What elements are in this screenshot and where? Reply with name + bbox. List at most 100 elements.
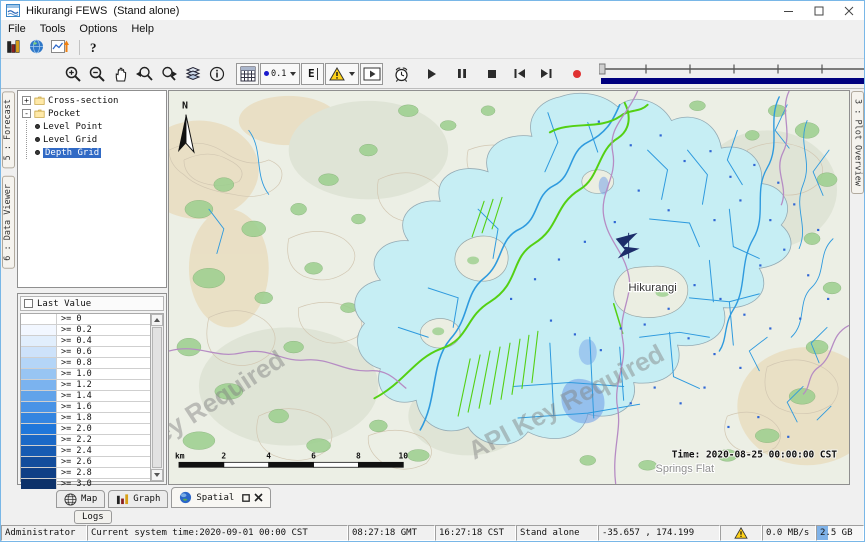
main-area: 5 : Forecast 6 : Data Viewer + Cross-sec…: [1, 89, 864, 486]
logs-row: Logs: [1, 508, 864, 525]
scale-bar-toggle-button[interactable]: E: [301, 63, 324, 85]
pan-button[interactable]: [109, 63, 132, 85]
pause-button[interactable]: [450, 63, 473, 85]
grid-display-button[interactable]: [51, 39, 69, 57]
svg-text:4: 4: [266, 451, 271, 460]
map-display-button[interactable]: [29, 39, 44, 57]
chart-arrow-icon: [51, 39, 69, 54]
slider-handle[interactable]: [599, 64, 605, 74]
map-toolbar: 0.1 E: [1, 58, 864, 89]
tree-node-level-grid[interactable]: Level Grid: [27, 133, 166, 146]
status-memory: 2.5 GB: [816, 525, 864, 541]
pause-icon: [457, 68, 467, 79]
legend-row: >= 1.0: [21, 369, 150, 380]
zoom-in-button[interactable]: [61, 63, 84, 85]
tree-node-level-point[interactable]: Level Point: [27, 120, 166, 133]
step-forward-button[interactable]: [535, 63, 558, 85]
warning-dropdown[interactable]: [325, 63, 359, 85]
player-icon: [363, 67, 381, 81]
menu-options[interactable]: Options: [72, 23, 124, 35]
tab-map[interactable]: Map: [56, 490, 105, 508]
close-icon[interactable]: [254, 493, 263, 502]
time-slider[interactable]: [599, 61, 865, 87]
scroll-up-button[interactable]: [151, 314, 163, 326]
timer-button[interactable]: [390, 63, 413, 85]
threshold-dropdown[interactable]: 0.1: [260, 63, 300, 85]
menu-tools[interactable]: Tools: [33, 23, 73, 35]
scale-unit-label: km: [175, 451, 185, 460]
legend-scrollbar[interactable]: [150, 314, 163, 481]
legend-row: >= 1.6: [21, 402, 150, 413]
close-button[interactable]: [834, 1, 864, 20]
status-coordinates: -35.657 , 174.199: [598, 525, 720, 541]
collapse-icon[interactable]: -: [22, 109, 31, 118]
play-button[interactable]: [420, 63, 443, 85]
info-button[interactable]: [205, 63, 228, 85]
maximize-button[interactable]: [804, 1, 834, 20]
last-value-checkbox-row[interactable]: Last Value: [20, 296, 164, 311]
tree-node-cross-section[interactable]: + Cross-section: [18, 94, 166, 107]
last-value-label: Last Value: [37, 299, 91, 309]
svg-text:2: 2: [221, 451, 226, 460]
tab-plot-overview[interactable]: 3 : Plot Overview: [851, 91, 864, 194]
legend-swatch: [21, 435, 57, 445]
legend-row: >= 0.4: [21, 336, 150, 347]
legend-swatch: [21, 402, 57, 412]
svg-text:N: N: [182, 101, 188, 112]
legend-row: >= 2.2: [21, 435, 150, 446]
svg-text:10: 10: [399, 451, 409, 460]
legend-row: >= 2.4: [21, 446, 150, 457]
last-value-checkbox[interactable]: [24, 299, 33, 308]
main-toolbar: ?: [1, 37, 864, 58]
legend-swatch: [21, 336, 57, 346]
minimize-button[interactable]: [774, 1, 804, 20]
legend-swatch: [21, 369, 57, 379]
scroll-down-button[interactable]: [151, 469, 163, 481]
app-window: Hikurangi FEWS (Stand alone) File Tools …: [0, 0, 865, 542]
scale-bar-mark: [317, 68, 318, 80]
zoom-out-button[interactable]: [85, 63, 108, 85]
threshold-dot-icon: [264, 71, 269, 76]
spatial-map[interactable]: API Key Required API Key Required N Hiku…: [168, 90, 850, 485]
menu-help[interactable]: Help: [124, 23, 161, 35]
menu-file[interactable]: File: [1, 23, 33, 35]
scale-bar-label: E: [308, 67, 315, 80]
arrow-up-icon: [154, 318, 160, 322]
wireframe-globe-icon: [64, 493, 77, 506]
status-download-speed: 0.0 MB/s: [762, 525, 816, 541]
warning-icon: [734, 527, 748, 539]
tree-node-label-selected: Depth Grid: [43, 148, 101, 158]
legend-row: >= 2.0: [21, 424, 150, 435]
status-bar: Administrator Current system time:2020-0…: [1, 525, 864, 541]
tree-node-depth-grid[interactable]: Depth Grid: [27, 146, 166, 159]
scrollbar-thumb[interactable]: [152, 327, 162, 468]
tab-data-viewer[interactable]: 6 : Data Viewer: [2, 176, 15, 269]
zoom-next-icon: [159, 65, 178, 83]
database-explorer-button[interactable]: [6, 39, 22, 57]
animation-player-button[interactable]: [360, 63, 383, 85]
chevron-down-icon: [290, 72, 296, 76]
expand-icon[interactable]: +: [22, 96, 31, 105]
toolbar-separator: [79, 40, 80, 55]
tree-node-pocket[interactable]: - Pocket: [18, 107, 166, 120]
legend-swatch: [21, 457, 57, 467]
zoom-previous-icon: [135, 65, 154, 83]
tab-forecast[interactable]: 5 : Forecast: [2, 91, 15, 168]
logs-tab[interactable]: Logs: [74, 510, 112, 524]
layers-button[interactable]: [181, 63, 204, 85]
restore-icon[interactable]: [242, 494, 250, 502]
tab-spatial[interactable]: Spatial: [171, 487, 271, 508]
status-warning-cell[interactable]: [720, 525, 762, 541]
stop-button[interactable]: [480, 63, 503, 85]
help-button[interactable]: ?: [90, 40, 97, 56]
zoom-previous-button[interactable]: [133, 63, 156, 85]
zoom-next-button[interactable]: [157, 63, 180, 85]
step-back-button[interactable]: [508, 63, 531, 85]
record-button[interactable]: [565, 63, 588, 85]
map-canvas: API Key Required API Key Required N Hiku…: [169, 91, 849, 484]
legend-swatch: [21, 325, 57, 335]
place-label: Springs Flat: [656, 463, 714, 475]
grid-toggle-button[interactable]: [236, 63, 259, 85]
svg-text:8: 8: [356, 451, 361, 460]
tab-graph[interactable]: Graph: [108, 490, 168, 508]
